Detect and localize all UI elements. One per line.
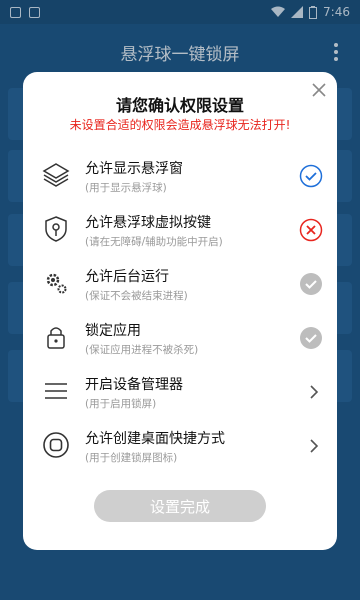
permission-item-shortcut[interactable]: 允许创建桌面快捷方式 (用于创建锁屏图标) bbox=[23, 420, 337, 474]
dialog-title: 请您确认权限设置 bbox=[115, 96, 244, 115]
permission-sub: (保证应用进程不被杀死) bbox=[85, 344, 199, 356]
permission-sub: (用于显示悬浮球) bbox=[85, 182, 167, 194]
permission-label: 允许创建桌面快捷方式 bbox=[85, 431, 225, 447]
permission-label: 允许显示悬浮窗 bbox=[85, 161, 183, 177]
check-circle-icon bbox=[299, 164, 323, 188]
menu-icon bbox=[45, 383, 67, 399]
permission-label: 允许悬浮球虚拟按键 bbox=[85, 215, 211, 231]
done-button[interactable]: 设置完成 bbox=[94, 490, 266, 522]
lock-icon bbox=[47, 327, 65, 349]
permission-label: 开启设备管理器 bbox=[85, 377, 183, 393]
gears-icon bbox=[46, 273, 67, 294]
permission-sub: (保证不会被结束进程) bbox=[85, 290, 188, 302]
permission-sub: (用于启用锁屏) bbox=[85, 398, 157, 410]
check-filled-icon bbox=[300, 327, 322, 349]
shield-key-icon bbox=[45, 216, 67, 242]
permission-item-overlay[interactable]: 允许显示悬浮窗 (用于显示悬浮球) bbox=[23, 150, 337, 204]
permission-item-background[interactable]: 允许后台运行 (保证不会被结束进程) bbox=[23, 258, 337, 312]
permission-sub: (用于创建锁屏图标) bbox=[85, 452, 178, 464]
permission-item-lock-app[interactable]: 锁定应用 (保证应用进程不被杀死) bbox=[23, 312, 337, 366]
shortcut-icon bbox=[43, 432, 69, 458]
chevron-right-icon bbox=[310, 439, 319, 453]
layers-icon bbox=[42, 163, 70, 187]
permission-item-accessibility[interactable]: 允许悬浮球虚拟按键 (请在无障碍/辅助功能中开启) bbox=[23, 204, 337, 258]
permission-label: 锁定应用 bbox=[85, 323, 141, 339]
error-circle-icon bbox=[299, 218, 323, 242]
chevron-right-icon bbox=[310, 385, 319, 399]
dialog-warning: 未设置合适的权限会造成悬浮球无法打开! bbox=[69, 118, 291, 132]
permission-item-device-admin[interactable]: 开启设备管理器 (用于启用锁屏) bbox=[23, 366, 337, 420]
permission-label: 允许后台运行 bbox=[85, 269, 169, 285]
permission-sub: (请在无障碍/辅助功能中开启) bbox=[85, 236, 223, 248]
permission-dialog: 请您确认权限设置 未设置合适的权限会造成悬浮球无法打开! 允许显示悬浮窗 (用于… bbox=[23, 72, 337, 550]
check-filled-icon bbox=[300, 273, 322, 295]
